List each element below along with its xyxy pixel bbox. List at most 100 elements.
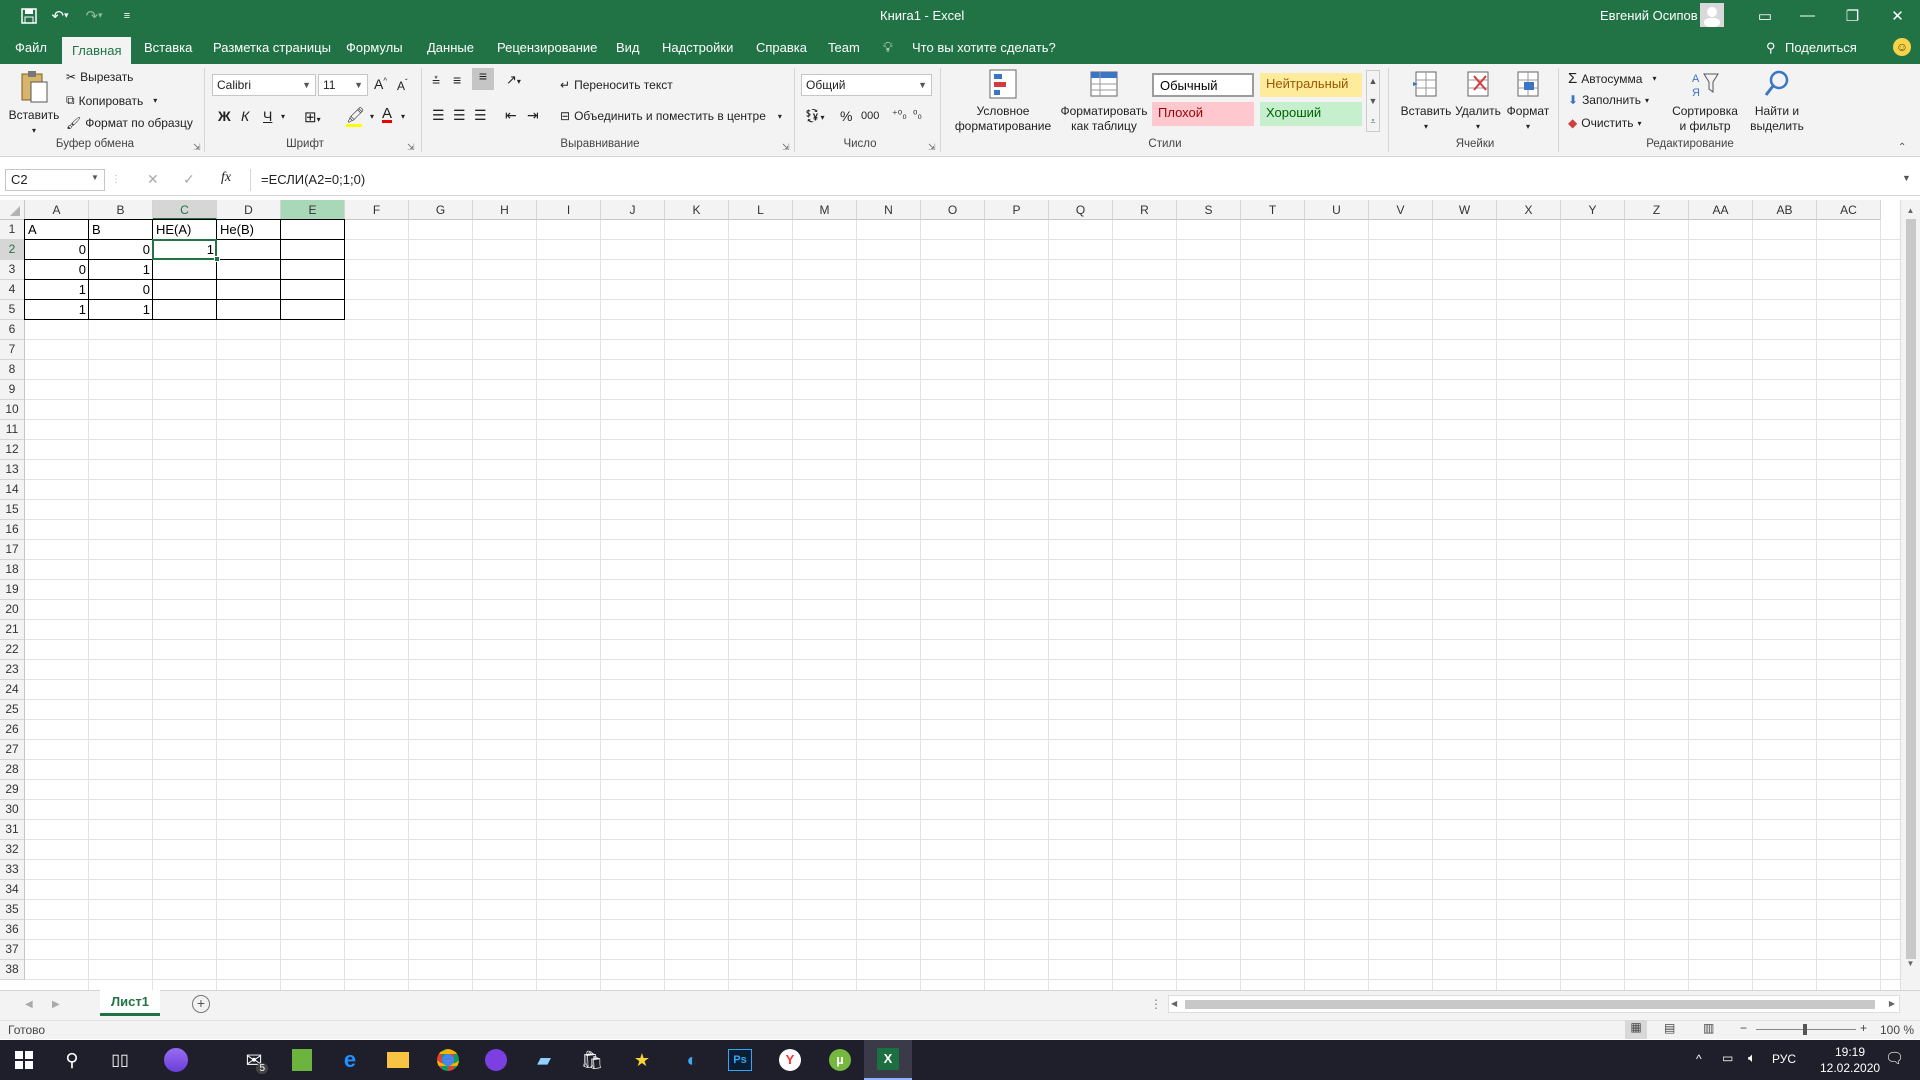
column-header[interactable]: G bbox=[409, 200, 473, 220]
cell-a2[interactable]: 0 bbox=[25, 240, 89, 260]
photoshop-icon[interactable]: Ps bbox=[716, 1040, 764, 1080]
share-icon[interactable]: ⚲ bbox=[1766, 40, 1776, 56]
align-left-icon[interactable]: ☰ bbox=[432, 107, 445, 124]
windows-start-icon[interactable] bbox=[0, 1040, 48, 1080]
merge-center-button[interactable]: ⊟ Объединить и поместить в центре ▾ bbox=[560, 109, 782, 123]
worksheet-grid[interactable]: A B C D E F G H I J K L M N O P Q R S T U V W X Y Z AA AB AC 1234567… bbox=[0, 200, 1920, 990]
edge-icon[interactable]: e bbox=[326, 1040, 374, 1080]
number-launcher-icon[interactable]: ⇲ bbox=[928, 142, 936, 153]
column-header[interactable]: W bbox=[1433, 200, 1497, 220]
cell-b5[interactable]: 1 bbox=[89, 300, 153, 320]
notes-app-icon[interactable]: ▰ bbox=[520, 1040, 568, 1080]
avatar[interactable] bbox=[1700, 3, 1724, 27]
sheet-prev-icon[interactable]: ◀ bbox=[25, 999, 33, 1010]
tab-help[interactable]: Справка bbox=[746, 31, 817, 64]
row-header[interactable]: 32 bbox=[0, 840, 25, 860]
row-header[interactable]: 24 bbox=[0, 680, 25, 700]
alignment-launcher-icon[interactable]: ⇲ bbox=[782, 142, 790, 153]
tab-home[interactable]: Главная bbox=[62, 37, 132, 64]
clock-date[interactable]: 12.02.2020 bbox=[1820, 1061, 1880, 1075]
fill-handle[interactable] bbox=[214, 256, 220, 262]
row-header[interactable]: 2 bbox=[0, 240, 25, 260]
row-header[interactable]: 23 bbox=[0, 660, 25, 680]
column-header[interactable]: Q bbox=[1049, 200, 1113, 220]
minimize-icon[interactable]: — bbox=[1785, 0, 1830, 31]
copy-button[interactable]: ⧉ Копировать ▾ bbox=[66, 93, 157, 108]
column-header[interactable]: T bbox=[1241, 200, 1305, 220]
column-header[interactable]: Y bbox=[1561, 200, 1625, 220]
row-header[interactable]: 8 bbox=[0, 360, 25, 380]
zoom-in-icon[interactable]: + bbox=[1860, 1021, 1867, 1035]
sheet-next-icon[interactable]: ▶ bbox=[52, 999, 60, 1010]
increase-decimal-icon[interactable]: ⁺⁰₀ bbox=[892, 108, 907, 121]
language-indicator[interactable]: РУС bbox=[1772, 1052, 1796, 1066]
media-player-icon[interactable] bbox=[472, 1040, 520, 1080]
volume-icon[interactable]: 🔈︎ bbox=[1748, 1050, 1756, 1066]
tab-data[interactable]: Данные bbox=[417, 31, 484, 64]
page-layout-view-icon[interactable]: ▤ bbox=[1664, 1021, 1675, 1035]
row-header[interactable]: 27 bbox=[0, 740, 25, 760]
chevron-down-icon[interactable]: ▼ bbox=[91, 173, 99, 182]
row-header[interactable]: 21 bbox=[0, 620, 25, 640]
align-bottom-icon[interactable]: ≡ bbox=[472, 68, 494, 90]
add-sheet-icon[interactable]: + bbox=[192, 995, 210, 1013]
tab-formulas[interactable]: Формулы bbox=[336, 31, 413, 64]
cell-a5[interactable]: 1 bbox=[25, 300, 89, 320]
row-header[interactable]: 30 bbox=[0, 800, 25, 820]
name-box[interactable]: C2 bbox=[5, 169, 105, 191]
column-header[interactable]: C bbox=[153, 200, 217, 220]
horizontal-scrollbar[interactable]: ◀ ▶ bbox=[1168, 995, 1900, 1013]
font-grow-icon[interactable]: A^ bbox=[374, 76, 387, 92]
tab-page-layout[interactable]: Разметка страницы bbox=[203, 31, 341, 64]
redo-icon[interactable]: ↷ ▾ bbox=[82, 0, 106, 31]
chevron-down-icon[interactable]: ▾ bbox=[401, 112, 405, 121]
mail-icon[interactable]: ✉ 5 bbox=[230, 1040, 278, 1080]
column-header[interactable]: L bbox=[729, 200, 793, 220]
column-header[interactable]: H bbox=[473, 200, 537, 220]
cell-d1[interactable]: Не(B) bbox=[217, 220, 281, 240]
decrease-decimal-icon[interactable]: ⁰₀ bbox=[913, 108, 922, 121]
column-header[interactable]: Z bbox=[1625, 200, 1689, 220]
percent-button[interactable]: % bbox=[840, 108, 852, 124]
column-header[interactable]: R bbox=[1113, 200, 1177, 220]
cell-b4[interactable]: 0 bbox=[89, 280, 153, 300]
zoom-out-icon[interactable]: − bbox=[1740, 1021, 1747, 1035]
file-explorer-icon[interactable] bbox=[374, 1040, 422, 1080]
orientation-icon[interactable]: ↗▾ bbox=[506, 72, 521, 88]
column-header[interactable]: AC bbox=[1817, 200, 1881, 220]
column-header[interactable]: F bbox=[345, 200, 409, 220]
vertical-scrollbar[interactable]: ▲ ▼ bbox=[1900, 200, 1920, 990]
column-header[interactable]: P bbox=[985, 200, 1049, 220]
align-top-icon[interactable]: ⩮ bbox=[432, 72, 440, 89]
user-name[interactable]: Евгений Осипов bbox=[1600, 8, 1698, 23]
scroll-thumb[interactable] bbox=[1185, 1000, 1875, 1009]
number-format-select[interactable]: Общий ▼ bbox=[801, 74, 932, 96]
sheet-tab-1[interactable]: Лист1 bbox=[100, 990, 160, 1016]
utorrent-icon[interactable]: µ bbox=[816, 1040, 864, 1080]
align-right-icon[interactable]: ☰ bbox=[474, 107, 487, 124]
column-header[interactable]: B bbox=[89, 200, 153, 220]
style-normal[interactable]: Обычный bbox=[1152, 73, 1254, 97]
format-as-table-button[interactable]: Форматировать как таблицу bbox=[1058, 68, 1150, 134]
column-header[interactable]: AB bbox=[1753, 200, 1817, 220]
format-cells-button[interactable]: Формат ▾ bbox=[1502, 68, 1554, 134]
row-header[interactable]: 7 bbox=[0, 340, 25, 360]
row-header[interactable]: 4 bbox=[0, 280, 25, 300]
column-header[interactable]: E bbox=[281, 200, 345, 220]
cell-c1[interactable]: НЕ(A) bbox=[153, 220, 217, 240]
column-header[interactable]: U bbox=[1305, 200, 1369, 220]
thousands-button[interactable]: 000 bbox=[861, 110, 879, 122]
align-middle-icon[interactable]: ≡ bbox=[453, 72, 461, 88]
cut-button[interactable]: ✂ Вырезать bbox=[66, 70, 133, 84]
column-header[interactable]: N bbox=[857, 200, 921, 220]
row-header[interactable]: 18 bbox=[0, 560, 25, 580]
expand-formula-icon[interactable]: ▼ bbox=[1902, 173, 1911, 183]
conditional-formatting-button[interactable]: Условное форматирование bbox=[948, 68, 1058, 134]
sheets-app-icon[interactable] bbox=[278, 1040, 326, 1080]
row-header[interactable]: 16 bbox=[0, 520, 25, 540]
row-header[interactable]: 5 bbox=[0, 300, 25, 320]
fill-color-icon[interactable]: 🖍︎ bbox=[346, 106, 365, 127]
delete-cells-button[interactable]: Удалить ▾ bbox=[1452, 68, 1504, 134]
undo-icon[interactable]: ↶ ▾ bbox=[48, 0, 72, 31]
font-color-icon[interactable]: A bbox=[382, 105, 392, 122]
